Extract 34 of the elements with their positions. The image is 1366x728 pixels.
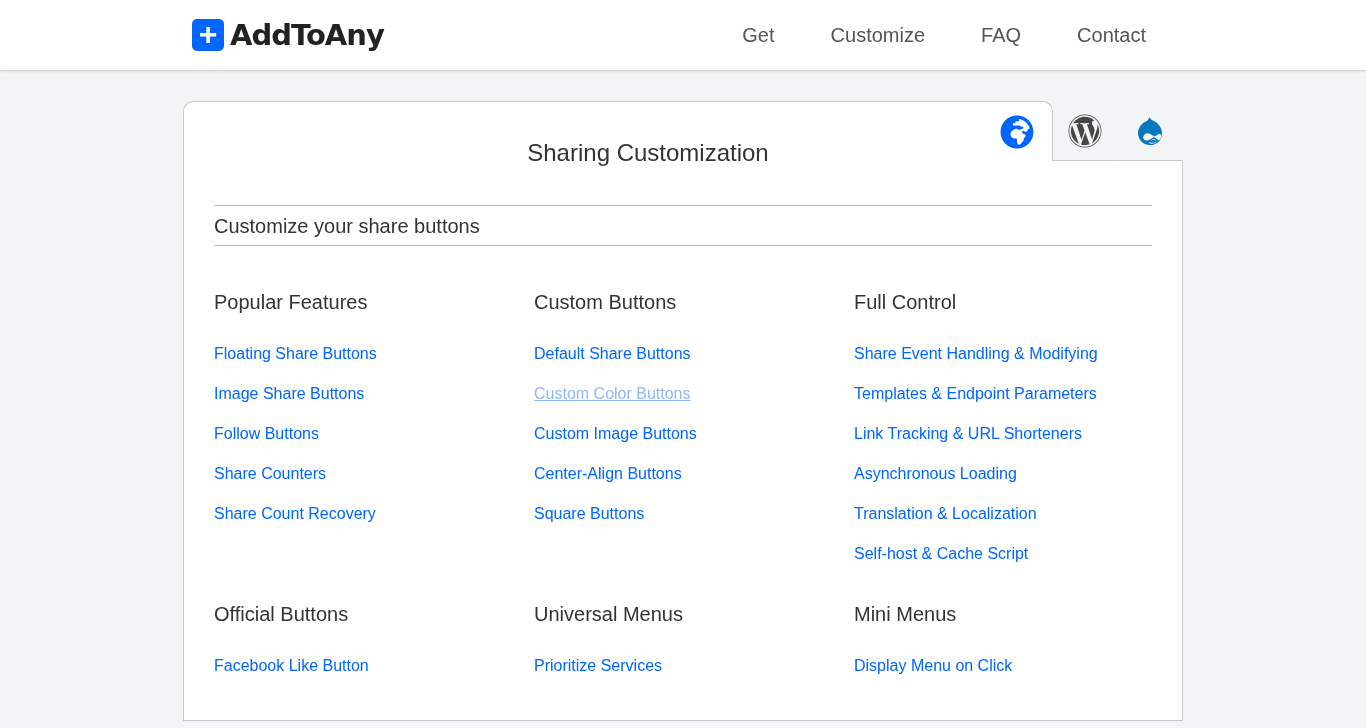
nav-link[interactable]: Contact [1049,23,1174,47]
column-heading: Full Control [854,290,958,314]
column-heading: Mini Menus [854,602,958,626]
feature-link[interactable]: Follow Buttons [214,414,319,454]
feature-link[interactable]: Share Counters [214,454,327,494]
wordpress-icon [1068,114,1102,148]
feature-link[interactable]: Image Share Buttons [214,374,365,414]
feature-link[interactable]: Asynchronous Loading [854,454,1017,494]
nav-link[interactable]: Get [714,23,803,47]
nav-link[interactable]: FAQ [953,23,1050,47]
feature-link[interactable]: Prioritize Services [534,646,663,686]
feature-link[interactable]: Center-Align Buttons [534,454,682,494]
feature-link[interactable]: Share Event Handling & Modifying [854,334,1098,374]
feature-link[interactable]: Translation & Localization [854,494,1037,534]
feature-link[interactable]: Link Tracking & URL Shorteners [854,414,1082,454]
feature-link[interactable]: Floating Share Buttons [214,334,377,374]
column-heading: Custom Buttons [534,290,678,314]
column-heading: Universal Menus [534,602,684,626]
nav-link[interactable]: Customize [802,23,954,47]
column-heading: Official Buttons [214,602,350,626]
logo-name[interactable]: AddToAny [230,18,384,52]
feature-link[interactable]: Display Menu on Click [854,646,1013,686]
column-heading: Popular Features [214,290,369,314]
logo-mark[interactable]: + [192,19,224,51]
feature-link[interactable]: Self-host & Cache Script [854,534,1029,574]
feature-link[interactable]: Square Buttons [534,494,645,534]
feature-link[interactable]: Default Share Buttons [534,334,691,374]
feature-link[interactable]: Custom Image Buttons [534,414,697,454]
globe-icon [1000,114,1034,149]
feature-link[interactable]: Templates & Endpoint Parameters [854,374,1097,414]
feature-link[interactable]: Facebook Like Button [214,646,369,686]
section-subtitle: Customize your share buttons [214,205,1152,246]
page-title: Sharing Customization [527,139,769,167]
feature-link[interactable]: Share Count Recovery [214,494,376,534]
